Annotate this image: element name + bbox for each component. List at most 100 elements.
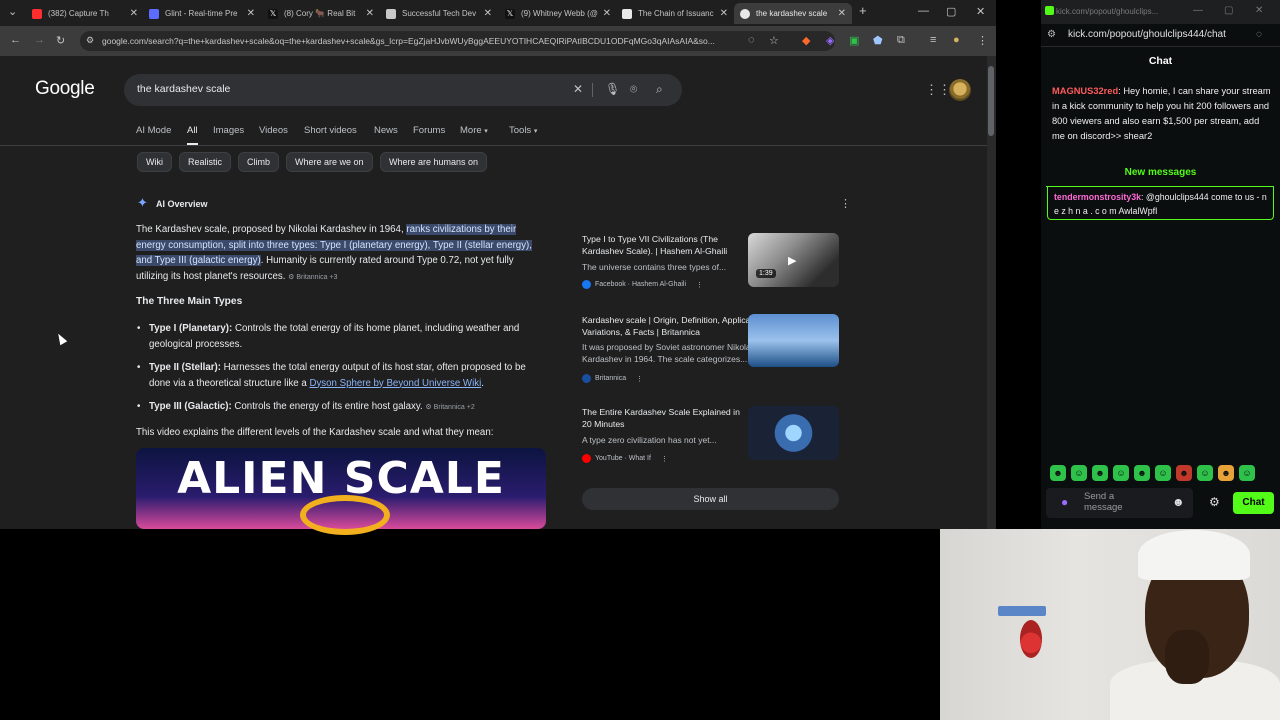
back-icon[interactable]: ←: [10, 34, 21, 46]
tab-tools[interactable]: Tools ▾: [509, 125, 537, 136]
close-icon[interactable]: ✕: [838, 8, 846, 19]
ai-overview-title: AI Overview: [156, 199, 208, 209]
extension-shield-icon[interactable]: ⬟: [873, 34, 883, 47]
emote-icon[interactable]: ☺: [1239, 465, 1255, 481]
close-icon[interactable]: ✕: [247, 8, 255, 19]
tab-0[interactable]: (382) Capture Th ✕: [26, 3, 144, 24]
address-bar[interactable]: google.com/search?q=the+kardashev+scale&…: [80, 31, 835, 51]
eye-off-icon[interactable]: ◌: [1256, 29, 1262, 40]
bullet-text: Controls the energy of its entire host g…: [231, 401, 423, 412]
maximize-icon[interactable]: ▢: [1224, 5, 1233, 16]
emote-icon[interactable]: ☻: [1134, 465, 1150, 481]
emoji-picker-icon[interactable]: ☻: [1172, 495, 1185, 509]
citation-link[interactable]: ⚙ Britannica +3: [288, 274, 337, 281]
close-window-icon[interactable]: ✕: [976, 5, 985, 18]
extension-green-icon[interactable]: ▣: [849, 34, 859, 47]
globe-icon: [386, 8, 396, 19]
clear-icon[interactable]: ✕: [573, 82, 583, 96]
maximize-icon[interactable]: ▢: [946, 5, 956, 18]
chip-wiki[interactable]: Wiki: [137, 152, 172, 172]
tab-search-icon[interactable]: ⌄: [8, 5, 17, 18]
emote-icon[interactable]: ☺: [1155, 465, 1171, 481]
youtube-icon: [582, 454, 591, 463]
tab-images[interactable]: Images: [213, 125, 244, 136]
bullet-type-1: Type I (Planetary): Controls the total e…: [137, 321, 549, 352]
close-icon[interactable]: ✕: [603, 8, 611, 19]
search-query-text[interactable]: the kardashev scale: [137, 83, 230, 95]
tab-2[interactable]: 𝕏 (8) Cory 🐂 Real Bit ✕: [262, 3, 380, 24]
tab-forums[interactable]: Forums: [413, 125, 445, 136]
apps-grid-icon[interactable]: ⋮⋮: [925, 82, 951, 98]
microphone-icon[interactable]: ●: [1061, 495, 1068, 509]
tab-5[interactable]: The Chain of Issuanc ✕: [616, 3, 734, 24]
profile-icon[interactable]: ●: [953, 34, 960, 46]
citation-link[interactable]: ⚙ Britannica +2: [425, 404, 474, 411]
search-icon[interactable]: ⌕: [656, 82, 663, 97]
google-logo[interactable]: Google: [35, 78, 95, 100]
more-options-icon[interactable]: ⋮: [840, 197, 851, 210]
tab-ai-mode[interactable]: AI Mode: [136, 125, 171, 136]
new-tab-icon[interactable]: +: [859, 3, 867, 18]
chip-climb[interactable]: Climb: [238, 152, 280, 172]
emote-icon[interactable]: ☻: [1050, 465, 1066, 481]
bookmark-star-icon[interactable]: ☆: [769, 34, 779, 47]
source-3-title[interactable]: The Entire Kardashev Scale Explained in …: [582, 407, 742, 430]
microphone-icon[interactable]: 🎙: [605, 82, 620, 96]
source-1-title[interactable]: Type I to Type VII Civilizations (The Ka…: [582, 234, 742, 257]
kebab-icon[interactable]: ⋮: [696, 281, 703, 289]
close-icon[interactable]: ✕: [366, 8, 374, 19]
close-window-icon[interactable]: ✕: [1255, 5, 1263, 16]
tab-more[interactable]: More ▾: [460, 125, 488, 136]
avatar[interactable]: [949, 79, 971, 101]
site-settings-icon[interactable]: ⚙: [1047, 29, 1056, 40]
bullet-label: Type I (Planetary):: [149, 323, 233, 334]
chip-where-are-we-on[interactable]: Where are we on: [286, 152, 373, 172]
emote-icon[interactable]: ☻: [1176, 465, 1192, 481]
lens-icon[interactable]: ⌾: [630, 82, 637, 97]
x-icon: 𝕏: [505, 8, 515, 19]
tab-videos[interactable]: Videos: [259, 125, 288, 136]
tab-news[interactable]: News: [374, 125, 398, 136]
emote-icon[interactable]: ☺: [1071, 465, 1087, 481]
kebab-icon[interactable]: ⋮: [661, 455, 668, 463]
emote-icon[interactable]: ☻: [1092, 465, 1108, 481]
tab-all[interactable]: All: [187, 125, 198, 136]
site-info-icon[interactable]: ⚙: [86, 35, 94, 46]
close-icon[interactable]: ✕: [484, 8, 492, 19]
scrollbar-thumb[interactable]: [988, 66, 994, 136]
emote-icon[interactable]: ☻: [1218, 465, 1234, 481]
tab-short-videos[interactable]: Short videos: [304, 125, 357, 136]
chip-where-are-humans-on[interactable]: Where are humans on: [380, 152, 488, 172]
chat-username[interactable]: tendermonstrosity3k: [1054, 192, 1141, 202]
extensions-puzzle-icon[interactable]: ⧉: [897, 34, 905, 47]
chip-realistic[interactable]: Realistic: [179, 152, 232, 172]
extension-purple-icon[interactable]: ◈: [826, 34, 834, 47]
tab-3[interactable]: Successful Tech Dev ✕: [380, 3, 498, 24]
source-2-title[interactable]: Kardashev scale | Origin, Definition, Ap…: [582, 315, 772, 338]
kebab-icon[interactable]: ⋮: [636, 375, 643, 383]
sidebar-icon[interactable]: ≡: [930, 34, 936, 46]
forward-icon[interactable]: →: [34, 34, 45, 46]
tab-4[interactable]: 𝕏 (9) Whitney Webb (@ ✕: [499, 3, 617, 24]
source-3-thumbnail[interactable]: [748, 406, 839, 460]
show-all-button[interactable]: Show all: [582, 488, 839, 510]
close-icon[interactable]: ✕: [720, 8, 728, 19]
play-icon[interactable]: ▶: [788, 254, 796, 267]
extension-fox-icon[interactable]: ◆: [802, 34, 810, 47]
eye-off-icon[interactable]: ◌: [748, 34, 755, 46]
reload-icon[interactable]: ↻: [56, 34, 65, 47]
chat-send-button[interactable]: Chat: [1233, 492, 1274, 514]
gear-icon[interactable]: ⚙: [1209, 495, 1220, 509]
chat-username[interactable]: MAGNUS32red: [1052, 86, 1118, 96]
dyson-sphere-link[interactable]: Dyson Sphere by Beyond Universe Wiki: [309, 378, 481, 389]
menu-kebab-icon[interactable]: ⋮: [977, 34, 988, 47]
new-messages-label[interactable]: New messages: [1041, 167, 1280, 178]
minimize-icon[interactable]: —: [918, 5, 929, 17]
tab-1[interactable]: Glint - Real-time Pre ✕: [143, 3, 261, 24]
close-icon[interactable]: ✕: [130, 8, 138, 19]
minimize-icon[interactable]: —: [1193, 5, 1203, 16]
source-2-thumbnail[interactable]: [748, 314, 839, 367]
tab-6-active[interactable]: the kardashev scale ✕: [734, 3, 852, 24]
emote-icon[interactable]: ☺: [1197, 465, 1213, 481]
emote-icon[interactable]: ☺: [1113, 465, 1129, 481]
